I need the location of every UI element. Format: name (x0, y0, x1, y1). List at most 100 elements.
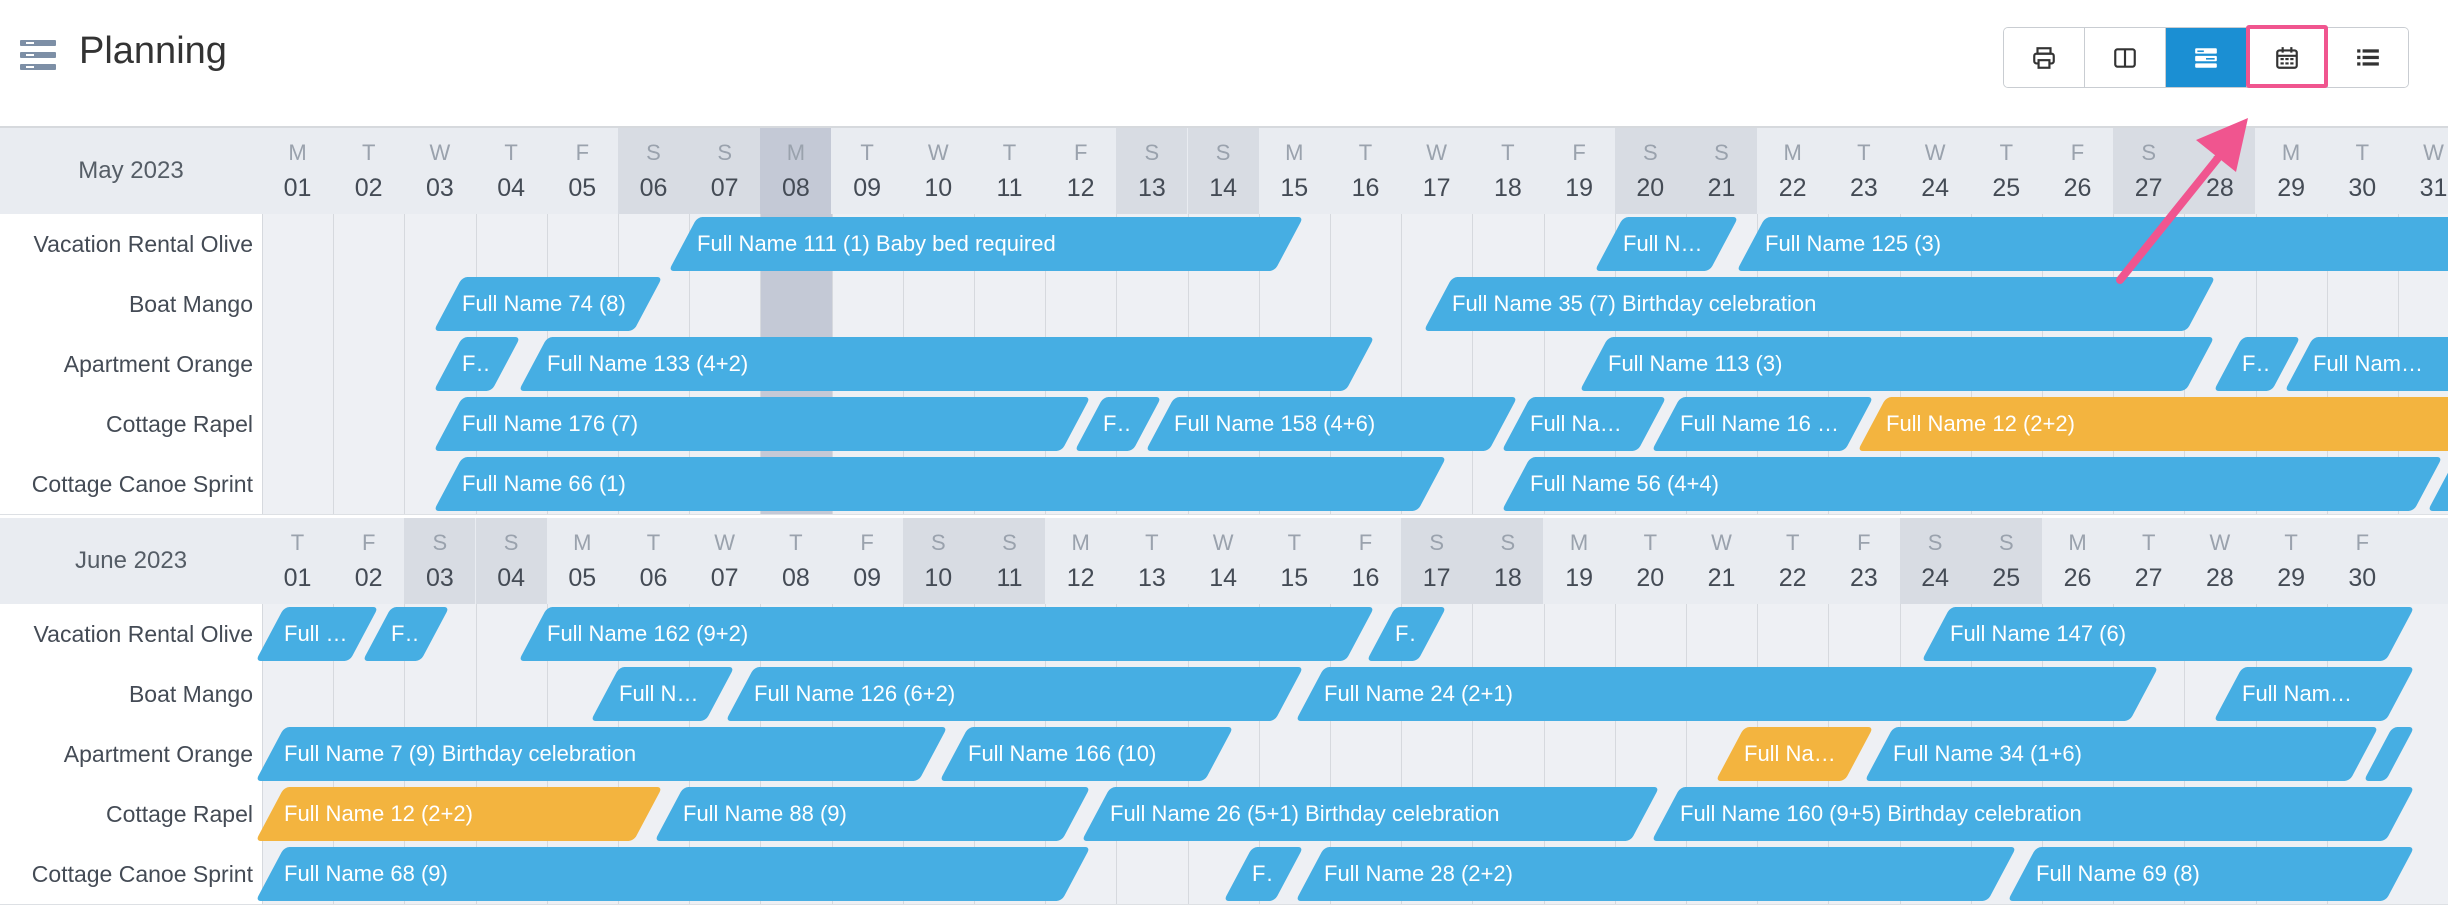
day-number: 09 (853, 564, 881, 592)
booking-label: Full Name 162 (9+2) (547, 621, 749, 646)
booking-bar[interactable]: Full Name 35 (7) Birthday celebration (1423, 277, 2215, 331)
booking-bar[interactable]: Full Name 56 (4+4) (1501, 457, 2443, 511)
day-number: 05 (568, 174, 597, 202)
day-number: 20 (1636, 174, 1665, 202)
resource-row: Cottage Rapel Full Name 12 (2+2) Full Name… (0, 784, 2448, 845)
booking-bar[interactable]: Full Name 74 (8) (433, 277, 663, 331)
day-divider (262, 214, 263, 274)
booking-bar[interactable]: Full Name 68 (9) (255, 847, 1091, 901)
booking-bar[interactable]: Full Nam… (1715, 727, 1874, 781)
day-of-week: S (1500, 530, 1516, 555)
booking-bar[interactable]: Fu… (1366, 607, 1447, 661)
resource-row: Apartment Orange Full Name 7 (9) Birthday… (0, 724, 2448, 785)
booking-bar[interactable]: Full Name 176 (7) (433, 397, 1091, 451)
booking-bar[interactable]: Full Name 69 (8) (2007, 847, 2415, 901)
booking-bar[interactable]: Full Name 34 (1+6) (1864, 727, 2379, 781)
booking-bar[interactable]: Full Name 162 (9+2) (519, 607, 1375, 661)
day-header: S 03 (404, 518, 476, 604)
booking-bar[interactable]: Full Name 166 (10) (939, 727, 1233, 781)
booking-bar[interactable]: Full Name 160 (9+5) Birthday celebration (1651, 787, 2415, 841)
booking-label: Full Na… (284, 621, 350, 646)
list-view-button[interactable] (2328, 28, 2408, 87)
day-divider (262, 394, 263, 454)
booking-bar[interactable]: Full Name 16 (1+… (1651, 397, 1874, 451)
day-cells[interactable]: Full Name 7 (9) Birthday celebration Full… (255, 724, 2448, 784)
booking-label: Full Nam… (1743, 741, 1845, 766)
day-number: 11 (996, 564, 1023, 592)
day-cells[interactable]: Full Name 176 (7) Fu… Full Name 158 (4+6) F… (262, 394, 2448, 454)
booking-bar[interactable]: Fu… (1074, 397, 1162, 451)
day-of-week: M (288, 140, 307, 165)
booking-bar[interactable]: Fu… (362, 607, 450, 661)
booking-bar[interactable]: Full Name 28 (2+2) (1295, 847, 2016, 901)
booking-bar[interactable]: Fu… (1223, 847, 1304, 901)
day-cells[interactable]: Full Na… Fu… Full Name 162 (9+2) Fu… Full Na… (255, 604, 2448, 664)
booking-bar[interactable]: Full Name 7 (9) Birthday celebration (255, 727, 948, 781)
day-of-week: S (503, 530, 519, 555)
booking-bar[interactable]: Full Name 12 (2+2) (1857, 397, 2448, 451)
day-header: W 03 (404, 128, 475, 214)
day-header: T 01 (262, 518, 333, 604)
day-divider (1330, 214, 1331, 274)
day-number: 27 (2134, 564, 2163, 592)
menu-icon[interactable] (20, 40, 56, 70)
day-number: 01 (283, 564, 312, 592)
booking-bar[interactable]: Full Name 26 (5+1) Birthday celebration (1081, 787, 1660, 841)
booking-bar[interactable]: Full Name 88 (9) (654, 787, 1091, 841)
resource-label: Vacation Rental Olive (33, 621, 253, 647)
resource-row: Boat Mango Full Nam… Full Name 126 (6+2) Fu… (0, 664, 2448, 725)
day-of-week: S (646, 140, 661, 165)
day-cells[interactable]: Full Name 111 (1) Baby bed required Full … (262, 214, 2448, 274)
day-divider (546, 214, 548, 274)
day-number: 26 (2063, 564, 2092, 592)
booking-bar[interactable]: Full Name 126 (6+2) (725, 667, 1304, 721)
day-number: 17 (1422, 174, 1451, 202)
day-divider (1614, 724, 1616, 784)
day-divider (262, 274, 263, 334)
day-number: 19 (1565, 174, 1593, 202)
day-number: 20 (1636, 564, 1665, 592)
booking-bar[interactable]: Full Name 113 (3) (1579, 337, 2215, 391)
day-of-week: S (2212, 140, 2228, 165)
day-cells[interactable]: Full Name 12 (2+2) Full Name 88 (9) Full N… (255, 784, 2448, 844)
day-number: 07 (710, 564, 739, 592)
booking-bar[interactable]: Full Name 147 (6) (1921, 607, 2415, 661)
resource-label: Cottage Canoe Sprint (31, 861, 253, 887)
booking-bar[interactable]: Full Nam… (590, 667, 735, 721)
resource-label: Cottage Rapel (105, 801, 253, 827)
day-divider (404, 274, 406, 334)
day-cells[interactable]: Full Nam… Full Name 126 (6+2) Full Name 24… (262, 664, 2448, 724)
day-number: 04 (497, 174, 525, 202)
day-divider (1543, 214, 1545, 274)
timeline-view-button[interactable] (2166, 28, 2247, 87)
day-cells[interactable]: Full Name 74 (8) Full Name 35 (7) Birthda… (262, 274, 2448, 334)
booking-bar[interactable]: Full Name 158 (4+6) (1145, 397, 1518, 451)
booking-bar[interactable]: Full Name 111 (1) Baby bed required (668, 217, 1304, 271)
booking-bar[interactable]: Full Name 66 (1) (433, 457, 1447, 511)
day-number: 21 (1707, 564, 1736, 592)
booking-bar[interactable]: Full Nam… (2284, 337, 2448, 391)
day-cells[interactable]: Full Name 66 (1) Full Name 56 (4+4) (262, 454, 2448, 514)
booking-bar[interactable]: Fu… (2213, 337, 2301, 391)
day-number: 30 (2348, 174, 2377, 202)
booking-bar[interactable]: Fu… (433, 337, 521, 391)
day-of-week: F (1572, 140, 1586, 165)
day-cells[interactable]: Fu… Full Name 133 (4+2) Full Name 113 (3) F… (262, 334, 2448, 394)
split-view-button[interactable] (2085, 28, 2166, 87)
booking-bar[interactable]: Full Name 12 (2+2) (255, 787, 663, 841)
booking-bar[interactable]: Full Name 125 (3) (1736, 217, 2448, 271)
day-of-week: S (717, 140, 733, 165)
day-header: W 21 (1686, 518, 1757, 604)
day-cells[interactable]: Full Name 68 (9) Fu… Full Name 28 (2+2) Ful… (255, 844, 2448, 904)
booking-bar[interactable]: Full Nam… (1501, 397, 1667, 451)
print-button[interactable] (2004, 28, 2085, 87)
booking-bar[interactable]: Full Name 24 (2+1) (1295, 667, 2159, 721)
booking-bar[interactable]: Full Na… (255, 607, 379, 661)
day-divider (1686, 724, 1687, 784)
booking-label: Fu… (2242, 351, 2273, 376)
booking-bar[interactable]: Full Name 133 (4+2) (519, 337, 1375, 391)
day-of-week: W (1212, 530, 1234, 555)
booking-bar[interactable]: Full Nam… (2213, 667, 2415, 721)
day-header: T 27 (2113, 518, 2184, 604)
day-header: S 17 (1401, 518, 1473, 604)
